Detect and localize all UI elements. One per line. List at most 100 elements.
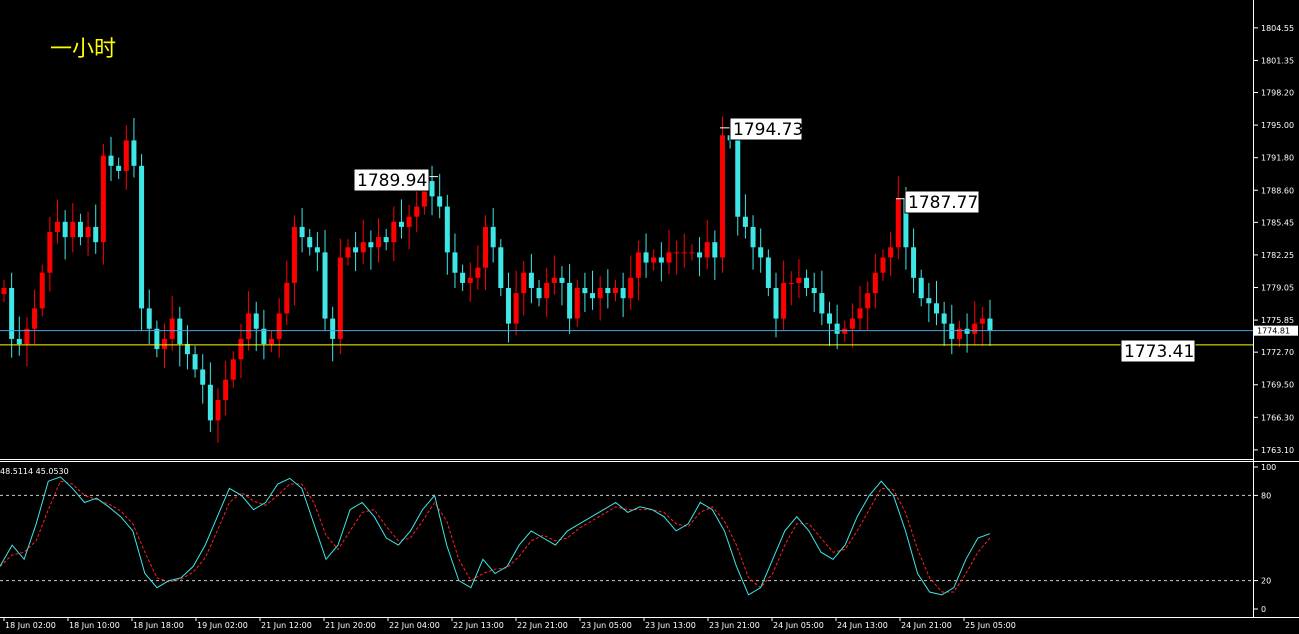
osc-tick-label: 100	[1261, 463, 1276, 472]
candle-body	[62, 221, 68, 238]
candle-body	[108, 155, 114, 166]
candle-body	[750, 226, 756, 248]
candle-body	[253, 313, 259, 329]
candle-body	[406, 216, 412, 227]
candle-body	[353, 247, 359, 253]
candle-body	[9, 288, 15, 339]
candle-body	[544, 282, 550, 299]
price-tick-label: 1766.30	[1261, 413, 1294, 422]
candle-body	[505, 288, 511, 324]
candle-body	[360, 242, 366, 253]
candle-body	[849, 318, 855, 329]
candle-body	[55, 221, 61, 233]
candle-body	[314, 247, 320, 253]
candle-body	[16, 338, 22, 345]
time-tick-label: 25 Jun 05:00	[965, 621, 1016, 630]
candle-body	[345, 247, 351, 258]
candle-body	[933, 303, 939, 314]
candle-body	[521, 272, 527, 294]
candle-body	[796, 277, 802, 283]
candle-body	[788, 282, 794, 284]
candle-body	[605, 288, 611, 294]
candle-body	[223, 379, 229, 401]
candle-body	[742, 216, 748, 227]
candle-body	[635, 252, 641, 278]
candle-body	[238, 338, 244, 360]
price-tick-label: 1782.25	[1261, 251, 1294, 260]
candle-body	[116, 165, 122, 171]
time-tick-label: 21 Jun 12:00	[261, 621, 312, 630]
candle-body	[528, 272, 534, 289]
candle-body	[391, 221, 397, 243]
time-tick-label: 24 Jun 13:00	[837, 621, 888, 630]
candle-body	[964, 328, 970, 334]
price-tick-label: 1795.00	[1261, 121, 1294, 130]
candle-body	[475, 267, 481, 278]
candle-body	[781, 282, 787, 319]
candle-body	[689, 252, 695, 254]
candle-body	[666, 252, 672, 263]
candle-body	[452, 252, 458, 273]
candle-body	[926, 298, 932, 304]
candle-body	[574, 288, 580, 319]
candle-body	[398, 221, 404, 227]
candle-body	[567, 282, 573, 319]
candle-body	[337, 257, 343, 339]
candle-body	[483, 226, 489, 268]
candle-body	[551, 277, 557, 283]
candle-body	[177, 318, 183, 345]
price-tick-label: 1801.35	[1261, 56, 1294, 65]
candle-body	[322, 252, 328, 319]
candle-body	[85, 226, 91, 238]
candle-body	[559, 277, 565, 283]
candle-body	[697, 252, 703, 258]
candle-body	[819, 293, 825, 314]
candle-body	[299, 226, 305, 238]
price-tick-label: 1804.55	[1261, 24, 1294, 33]
time-tick-label: 21 Jun 20:00	[325, 621, 376, 630]
time-tick-label: 18 Jun 10:00	[69, 621, 120, 630]
candle-body	[184, 344, 190, 355]
price-tick-label: 1779.05	[1261, 284, 1294, 293]
candle-body	[192, 354, 198, 370]
candle-body	[612, 288, 618, 294]
candle-body	[77, 221, 83, 238]
time-tick-label: 23 Jun 21:00	[709, 621, 760, 630]
price-tick-label: 1791.80	[1261, 154, 1294, 163]
candle-body	[582, 288, 588, 294]
candle-body	[429, 181, 435, 197]
candle-body	[643, 252, 649, 263]
candle-body	[949, 323, 955, 339]
candle-body	[712, 242, 718, 258]
price-annotation-label: 1789.94	[357, 171, 427, 191]
candle-body	[376, 237, 382, 248]
timeframe-label: 一小时	[50, 37, 116, 62]
price-tick-label: 1763.10	[1261, 446, 1294, 455]
candle-body	[826, 313, 832, 324]
candle-body	[207, 384, 213, 421]
candle-body	[169, 318, 175, 339]
candle-body	[888, 247, 894, 258]
candle-body	[93, 226, 99, 243]
candle-body	[467, 277, 473, 283]
price-tick-label: 1798.20	[1261, 89, 1294, 98]
candle-body	[865, 293, 871, 309]
candle-body	[498, 247, 504, 289]
candle-body	[765, 257, 771, 289]
candle-body	[872, 272, 878, 294]
candle-body	[979, 318, 985, 324]
candle-body	[131, 140, 137, 166]
candle-body	[70, 221, 76, 238]
time-tick-label: 22 Jun 21:00	[517, 621, 568, 630]
candle-body	[597, 288, 603, 299]
price-tick-label: 1788.60	[1261, 186, 1294, 195]
osc-tick-label: 0	[1261, 605, 1266, 614]
candle-body	[100, 155, 106, 243]
candle-body	[651, 257, 657, 263]
candle-body	[972, 323, 978, 334]
candle-body	[307, 237, 313, 248]
candle-body	[658, 257, 664, 263]
candle-body	[291, 226, 297, 283]
candle-body	[804, 277, 810, 289]
candle-body	[536, 288, 542, 299]
